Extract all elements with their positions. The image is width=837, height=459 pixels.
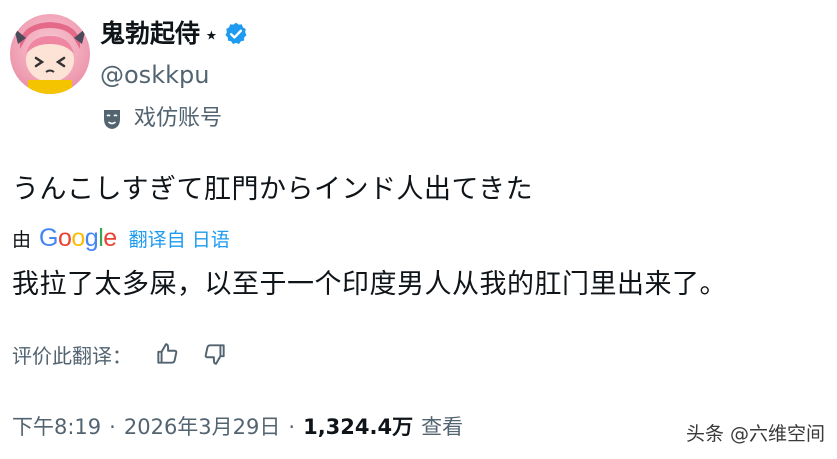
view-count: 1,324.4万 (303, 415, 414, 439)
display-name-row: 鬼勃起侍 ⭑ (100, 18, 249, 50)
display-name[interactable]: 鬼勃起侍 (100, 18, 200, 50)
tweet-time[interactable]: 下午8:19 (12, 410, 101, 444)
tweet-meta: 下午8:19 · 2026年3月29日 · 1,324.4万 查看 (12, 410, 463, 444)
tweet-text: うんこしすぎて肛門からインド人出てきた (12, 174, 534, 205)
verified-badge-icon[interactable] (223, 21, 249, 47)
parody-label-text: 戏仿账号 (134, 106, 223, 131)
theater-mask-icon (104, 110, 120, 129)
meta-separator: · (109, 415, 116, 439)
rate-translation-label: 评价此翻译： (12, 343, 132, 368)
views-label: 查看 (421, 415, 464, 439)
name-star-glyph: ⭑ (206, 22, 217, 46)
translated-from-link[interactable]: 翻译自 日语 (129, 225, 230, 252)
avatar[interactable] (10, 14, 90, 94)
parody-account-label[interactable]: 戏仿账号 (100, 104, 222, 134)
user-handle[interactable]: @oskkpu (100, 60, 209, 90)
thumbs-up-icon[interactable] (154, 341, 180, 367)
translation-attribution: 由 Google 翻译自 日语 (12, 222, 230, 254)
rate-translation-row: 评价此翻译： (12, 338, 228, 370)
avatar-image (14, 22, 86, 94)
watermark: 头条 @六维空间 (685, 423, 825, 445)
translated-text: 我拉了太多屎，以至于一个印度男人从我的肛门里出来了。 (12, 269, 727, 300)
thumbs-down-icon[interactable] (202, 341, 228, 367)
translated-by-label: 由 (12, 228, 32, 251)
google-logo: Google (39, 223, 117, 252)
meta-separator: · (288, 415, 296, 439)
tweet-date[interactable]: 2026年3月29日 (124, 410, 281, 444)
